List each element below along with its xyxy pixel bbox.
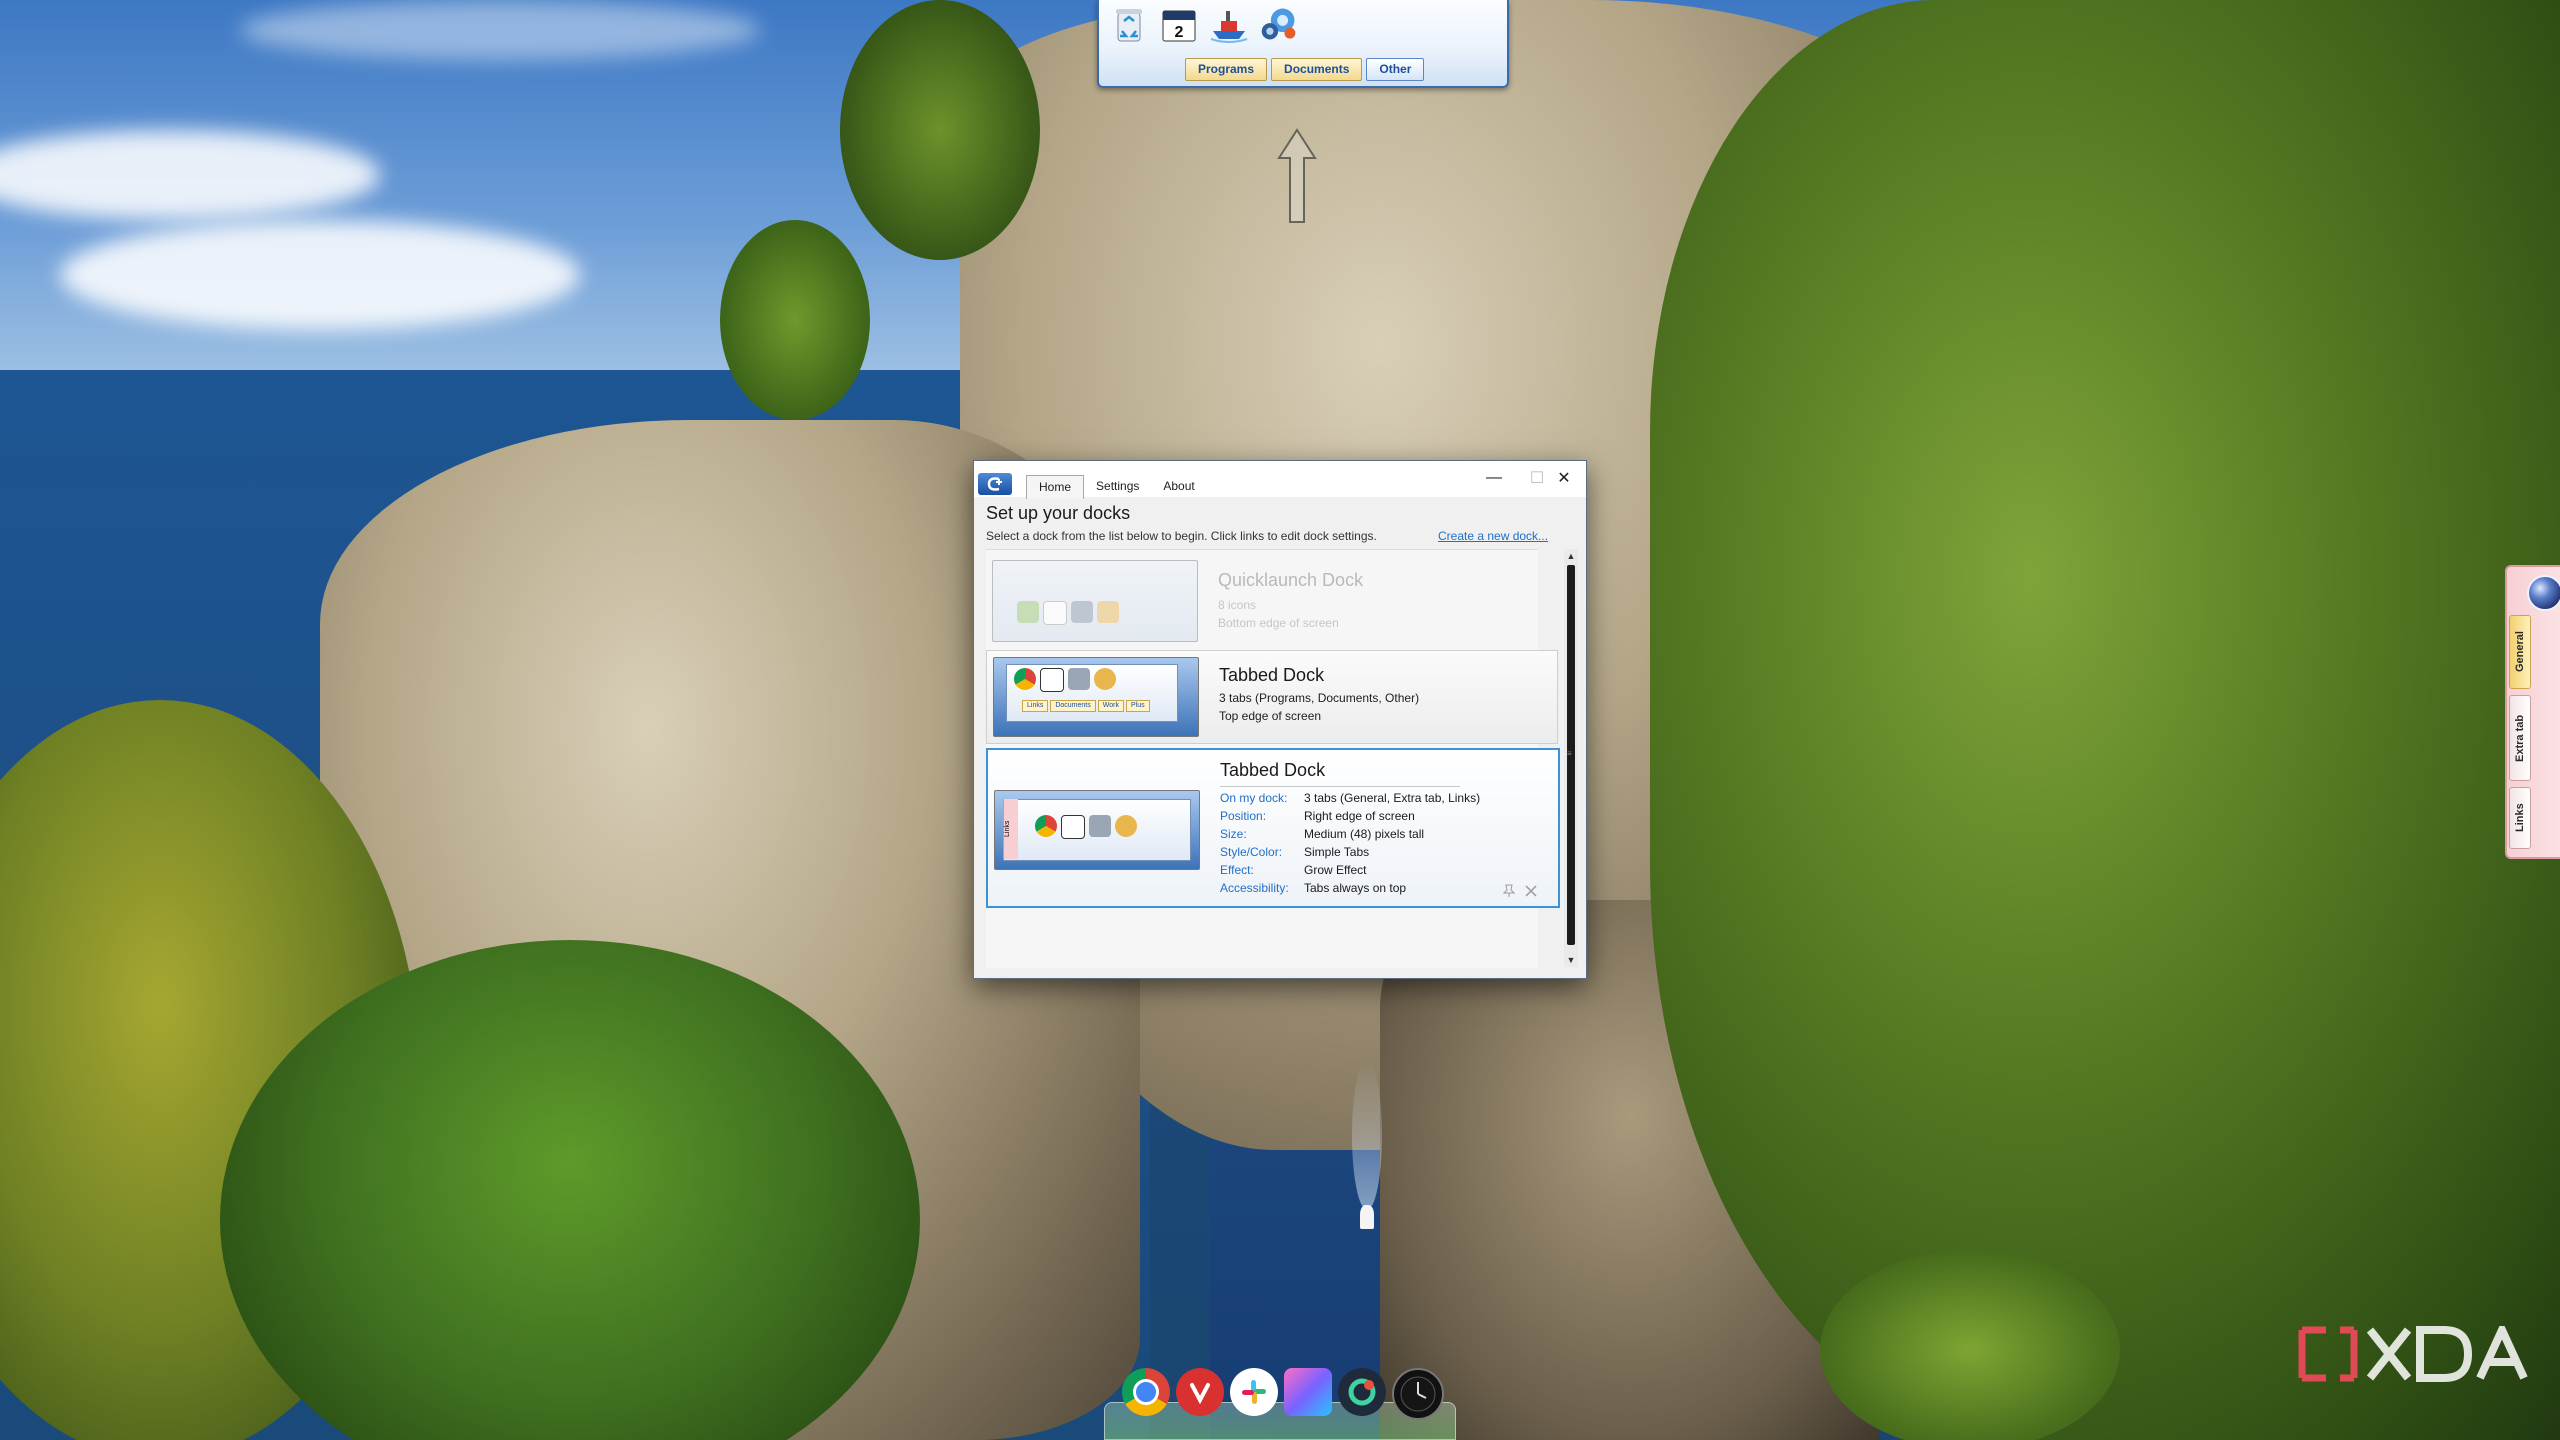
property-link-effect[interactable]: Effect: — [1220, 862, 1254, 879]
divider — [1220, 786, 1460, 787]
mini-icon — [1071, 601, 1093, 623]
app-logo-icon — [978, 473, 1012, 495]
mini-icon — [1094, 668, 1116, 690]
dock-list-item-quicklaunch[interactable]: Quicklaunch Dock 8 icons Bottom edge of … — [986, 556, 1556, 646]
mini-icon — [1035, 815, 1057, 837]
property-value: Medium (48) pixels tall — [1304, 827, 1425, 841]
dock-list-item-tabbed-right-selected[interactable]: Links Tabbed Dock On my dock: 3 tabs (Ge… — [986, 748, 1560, 908]
property-link-style-color[interactable]: Style/Color: — [1220, 844, 1282, 861]
mini-icon — [1040, 668, 1064, 692]
mini-icon — [1097, 601, 1119, 623]
tab-about[interactable]: About — [1151, 475, 1206, 497]
dock-tabs-summary: 3 tabs (Programs, Documents, Other) — [1219, 691, 1420, 705]
dock-tab-programs[interactable]: Programs — [1185, 58, 1268, 81]
slack-icon[interactable] — [1230, 1368, 1278, 1416]
dock-orb-icon[interactable] — [2527, 575, 2560, 611]
dock-preview-thumbnail: Links Documents Work Plus — [993, 657, 1199, 737]
property-link-position[interactable]: Position: — [1220, 808, 1266, 825]
vivaldi-icon[interactable] — [1176, 1368, 1224, 1416]
property-link-accessibility[interactable]: Accessibility: — [1220, 880, 1289, 897]
tree — [720, 220, 870, 420]
mini-tab: Links — [1022, 700, 1049, 712]
shrubs — [1820, 1250, 2120, 1440]
calendar-icon[interactable]: 2 — [1159, 4, 1199, 44]
tab-home[interactable]: Home — [1026, 475, 1085, 499]
ship-icon[interactable] — [1209, 4, 1249, 44]
property-value: Tabs always on top — [1304, 881, 1407, 895]
vertical-scrollbar[interactable]: ▲ ≡ ▼ — [1564, 549, 1578, 967]
dock-summary: 8 icons Bottom edge of screen — [1218, 596, 1339, 632]
dock-item-actions — [1502, 884, 1538, 898]
property-value: 3 tabs (General, Extra tab, Links) — [1304, 791, 1481, 805]
dock-position: Top edge of screen — [1219, 709, 1322, 723]
page-title: Set up your docks — [986, 503, 1131, 523]
property-link-size[interactable]: Size: — [1220, 826, 1247, 843]
mini-tab: Work — [1097, 700, 1124, 712]
xda-watermark-logo — [2296, 1320, 2532, 1382]
boat-wake — [1352, 1060, 1382, 1210]
mini-icon — [1061, 815, 1085, 839]
up-arrow-icon — [1277, 128, 1317, 224]
mini-tab: Links — [1003, 799, 1018, 859]
minimize-button[interactable]: — — [1474, 465, 1514, 491]
scroll-up-arrow-icon[interactable]: ▲ — [1564, 549, 1578, 563]
chrome-icon[interactable] — [1122, 1368, 1170, 1416]
settings-gear-icon[interactable] — [1259, 4, 1299, 44]
recycle-bin-icon[interactable] — [1109, 4, 1149, 44]
mini-icon — [1017, 601, 1039, 623]
mini-icon — [1043, 601, 1067, 625]
dock-settings-window: Home Settings About — ☐ ✕ Set up your do… — [973, 460, 1587, 979]
boat — [1360, 1205, 1374, 1229]
mini-tab: Plus — [1125, 700, 1150, 712]
dock-preview-thumbnail — [992, 560, 1198, 642]
property-link-on-my-dock[interactable]: On my dock: — [1220, 790, 1287, 807]
right-tabbed-dock: General Extra tab Links — [2505, 565, 2560, 859]
page-description: Select a dock from the list below to beg… — [986, 529, 1377, 543]
close-button[interactable]: ✕ — [1544, 465, 1584, 491]
clock-icon[interactable] — [1392, 1368, 1444, 1420]
pin-icon[interactable] — [1502, 884, 1516, 898]
cloud — [0, 130, 380, 220]
dock-name: Tabbed Dock — [1220, 760, 1326, 780]
mini-icon — [1115, 815, 1137, 837]
tab-settings[interactable]: Settings — [1084, 475, 1151, 497]
mini-icon — [1014, 668, 1036, 690]
cloud — [240, 0, 760, 60]
circle-dock-icon[interactable] — [1338, 1368, 1386, 1416]
mini-icon — [1068, 668, 1090, 690]
dock-summary: 3 tabs (Programs, Documents, Other) Top … — [1219, 689, 1419, 725]
dock-name: Tabbed Dock — [1219, 665, 1325, 685]
calendar-day: 2 — [1175, 24, 1184, 41]
property-value: Grow Effect — [1304, 863, 1367, 877]
tree — [840, 0, 1040, 260]
title-bar[interactable]: Home Settings About — ☐ ✕ — [974, 461, 1586, 499]
scroll-grip-icon: ≡ — [1567, 749, 1572, 758]
pine-trees — [1650, 0, 2560, 1440]
dock-tab-extra[interactable]: Extra tab — [2509, 695, 2531, 781]
dock-tab-documents[interactable]: Documents — [1271, 58, 1363, 81]
dock-icon-count: 8 icons — [1218, 598, 1257, 612]
dock-list-item-tabbed-top[interactable]: Links Documents Work Plus Tabbed Dock 3 … — [986, 650, 1558, 744]
dock-position: Bottom edge of screen — [1218, 616, 1339, 630]
bottom-quicklaunch-dock — [1104, 1350, 1456, 1440]
dock-list: Quicklaunch Dock 8 icons Bottom edge of … — [986, 549, 1560, 968]
dock-tab-other[interactable]: Other — [1366, 58, 1425, 81]
property-value: Right edge of screen — [1304, 809, 1415, 823]
scroll-down-arrow-icon[interactable]: ▼ — [1564, 953, 1578, 967]
mini-tab: Documents — [1050, 700, 1096, 712]
dock-name: Quicklaunch Dock — [1218, 570, 1364, 590]
cloud — [60, 220, 580, 330]
top-tabbed-dock: 2 Programs Documents Other — [1097, 0, 1509, 88]
delete-icon[interactable] — [1524, 884, 1538, 898]
property-value: Simple Tabs — [1304, 845, 1370, 859]
dock-tab-links[interactable]: Links — [2509, 787, 2531, 849]
create-new-dock-link[interactable]: Create a new dock... — [1438, 529, 1548, 543]
dock-preview-thumbnail: Links — [994, 790, 1200, 870]
mini-icon — [1089, 815, 1111, 837]
dock-tab-general[interactable]: General — [2509, 615, 2531, 689]
feather-icon[interactable] — [1284, 1368, 1332, 1416]
